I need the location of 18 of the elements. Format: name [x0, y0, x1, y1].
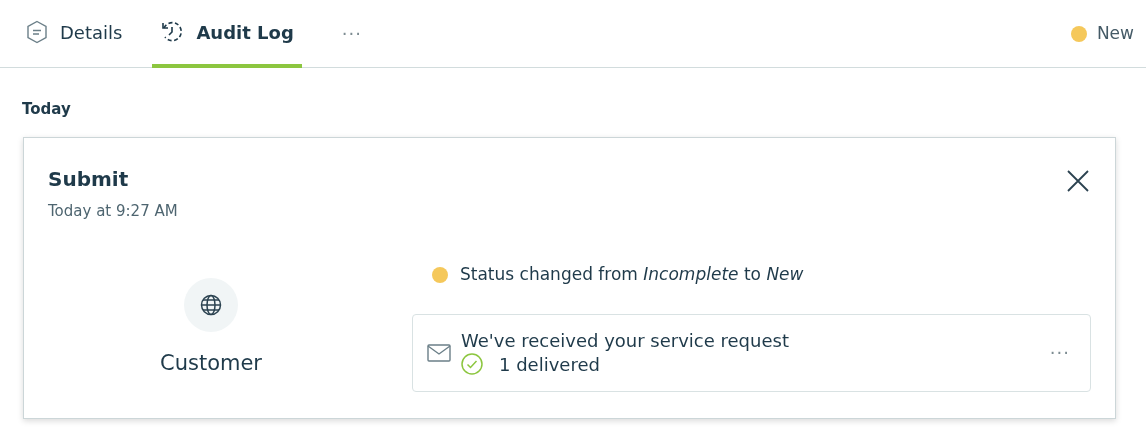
entry-time: Today at 9:27 AM: [48, 200, 178, 222]
check-circle-icon: [461, 353, 483, 376]
close-button[interactable]: [1065, 167, 1091, 194]
section-heading: Today: [22, 99, 72, 120]
actor-name: Customer: [160, 350, 262, 377]
history-icon: [160, 20, 185, 44]
globe-icon: [200, 294, 222, 316]
close-icon: [1065, 167, 1091, 194]
message-subject: We've received your service request: [461, 329, 790, 353]
delivery-status: 1 delivered: [499, 352, 600, 376]
entry-title: Submit: [48, 165, 130, 193]
tab[interactable]: Details: [18, 0, 131, 68]
document-icon: [26, 20, 48, 44]
record-status: New: [1096, 21, 1134, 45]
tab[interactable]: Audit Log: [152, 0, 302, 68]
envelope-icon: [427, 343, 451, 362]
status-change-text: Status changed from Incomplete to New: [460, 263, 804, 286]
message-item[interactable]: We've received your service request 1 delivered ···: [412, 313, 1091, 392]
